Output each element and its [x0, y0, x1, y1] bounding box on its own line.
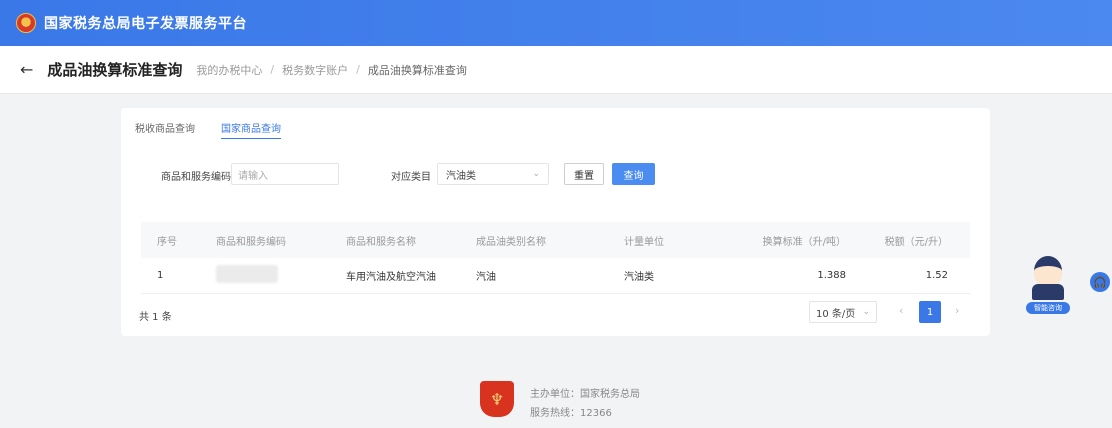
back-arrow-icon[interactable]: ← [20, 60, 33, 79]
breadcrumb-item-2[interactable]: 税务数字账户 [282, 62, 348, 78]
code-field-label: 商品和服务编码 [161, 172, 231, 183]
cell-category: 汽油 [476, 272, 496, 283]
total-count: 共 1 条 [139, 312, 172, 323]
app-title: 国家税务总局电子发票服务平台 [44, 16, 247, 32]
breadcrumb-item-1[interactable]: 我的办税中心 [196, 62, 262, 78]
footer-host: 主办单位：国家税务总局 [530, 389, 640, 400]
page-size-select[interactable]: 10 条/页 ⌄ [809, 301, 877, 323]
chevron-down-icon: ⌄ [862, 307, 870, 317]
assistant-label: 智能咨询 [1026, 302, 1070, 314]
page-header: ← 成品油换算标准查询 我的办税中心 / 税务数字账户 / 成品油换算标准查询 [0, 46, 1112, 94]
cell-name: 车用汽油及航空汽油 [346, 272, 436, 283]
page-1-button[interactable]: 1 [919, 301, 941, 323]
tax-logo-icon: ♆ [480, 381, 514, 417]
assistant-avatar-icon [1034, 256, 1062, 286]
code-input[interactable]: 请输入 [231, 163, 339, 185]
col-header-unit: 计量单位 [624, 236, 664, 248]
query-button[interactable]: 查询 [612, 163, 655, 185]
headset-icon[interactable]: 🎧 [1090, 272, 1110, 292]
table-row: 1 车用汽油及航空汽油 汽油 汽油类 1.388 1.52 [141, 258, 970, 294]
redacted-code [216, 265, 278, 283]
prev-page-button[interactable]: ‹ [899, 304, 903, 317]
footer-hotline: 服务热线：12366 [530, 408, 612, 419]
col-header-code: 商品和服务编码 [216, 236, 286, 248]
tab-national-goods-query[interactable]: 国家商品查询 [221, 120, 281, 139]
category-field-label: 对应类目 [391, 172, 431, 183]
cell-code [196, 265, 346, 286]
page-size-value: 10 条/页 [816, 308, 856, 320]
reset-button[interactable]: 重置 [564, 163, 604, 185]
table-header: 序号 商品和服务编码 商品和服务名称 成品油类别名称 计量单位 换算标准（升/吨… [141, 222, 970, 258]
col-header-category: 成品油类别名称 [476, 236, 546, 248]
breadcrumb-item-3: 成品油换算标准查询 [367, 63, 467, 77]
next-page-button[interactable]: › [955, 304, 959, 317]
category-select[interactable]: 汽油类 ⌄ [437, 163, 549, 185]
cell-unit: 汽油类 [624, 272, 654, 283]
page-title: 成品油换算标准查询 [47, 61, 183, 79]
cell-index: 1 [157, 270, 164, 281]
chevron-down-icon: ⌄ [532, 169, 540, 179]
breadcrumb-separator: / [270, 63, 275, 76]
tax-emblem-icon [16, 13, 36, 33]
cell-rate: 1.52 [925, 270, 948, 281]
col-header-index: 序号 [157, 236, 177, 248]
smart-assistant[interactable]: 智能咨询 [1024, 254, 1072, 314]
app-topbar: 国家税务总局电子发票服务平台 [0, 0, 1112, 46]
tab-tax-goods-query[interactable]: 税收商品查询 [135, 120, 195, 139]
cell-standard: 1.388 [817, 270, 846, 281]
col-header-name: 商品和服务名称 [346, 236, 416, 248]
breadcrumb-separator: / [356, 63, 360, 76]
col-header-standard: 换算标准（升/吨） [762, 236, 846, 248]
query-card: 税收商品查询 国家商品查询 商品和服务编码 请输入 对应类目 汽油类 ⌄ 重置 … [121, 108, 990, 336]
col-header-rate: 税额（元/升） [884, 236, 948, 248]
category-select-value: 汽油类 [446, 170, 476, 182]
tab-bar: 税收商品查询 国家商品查询 [135, 120, 281, 139]
results-table: 序号 商品和服务编码 商品和服务名称 成品油类别名称 计量单位 换算标准（升/吨… [141, 222, 970, 294]
assistant-body [1032, 284, 1064, 300]
